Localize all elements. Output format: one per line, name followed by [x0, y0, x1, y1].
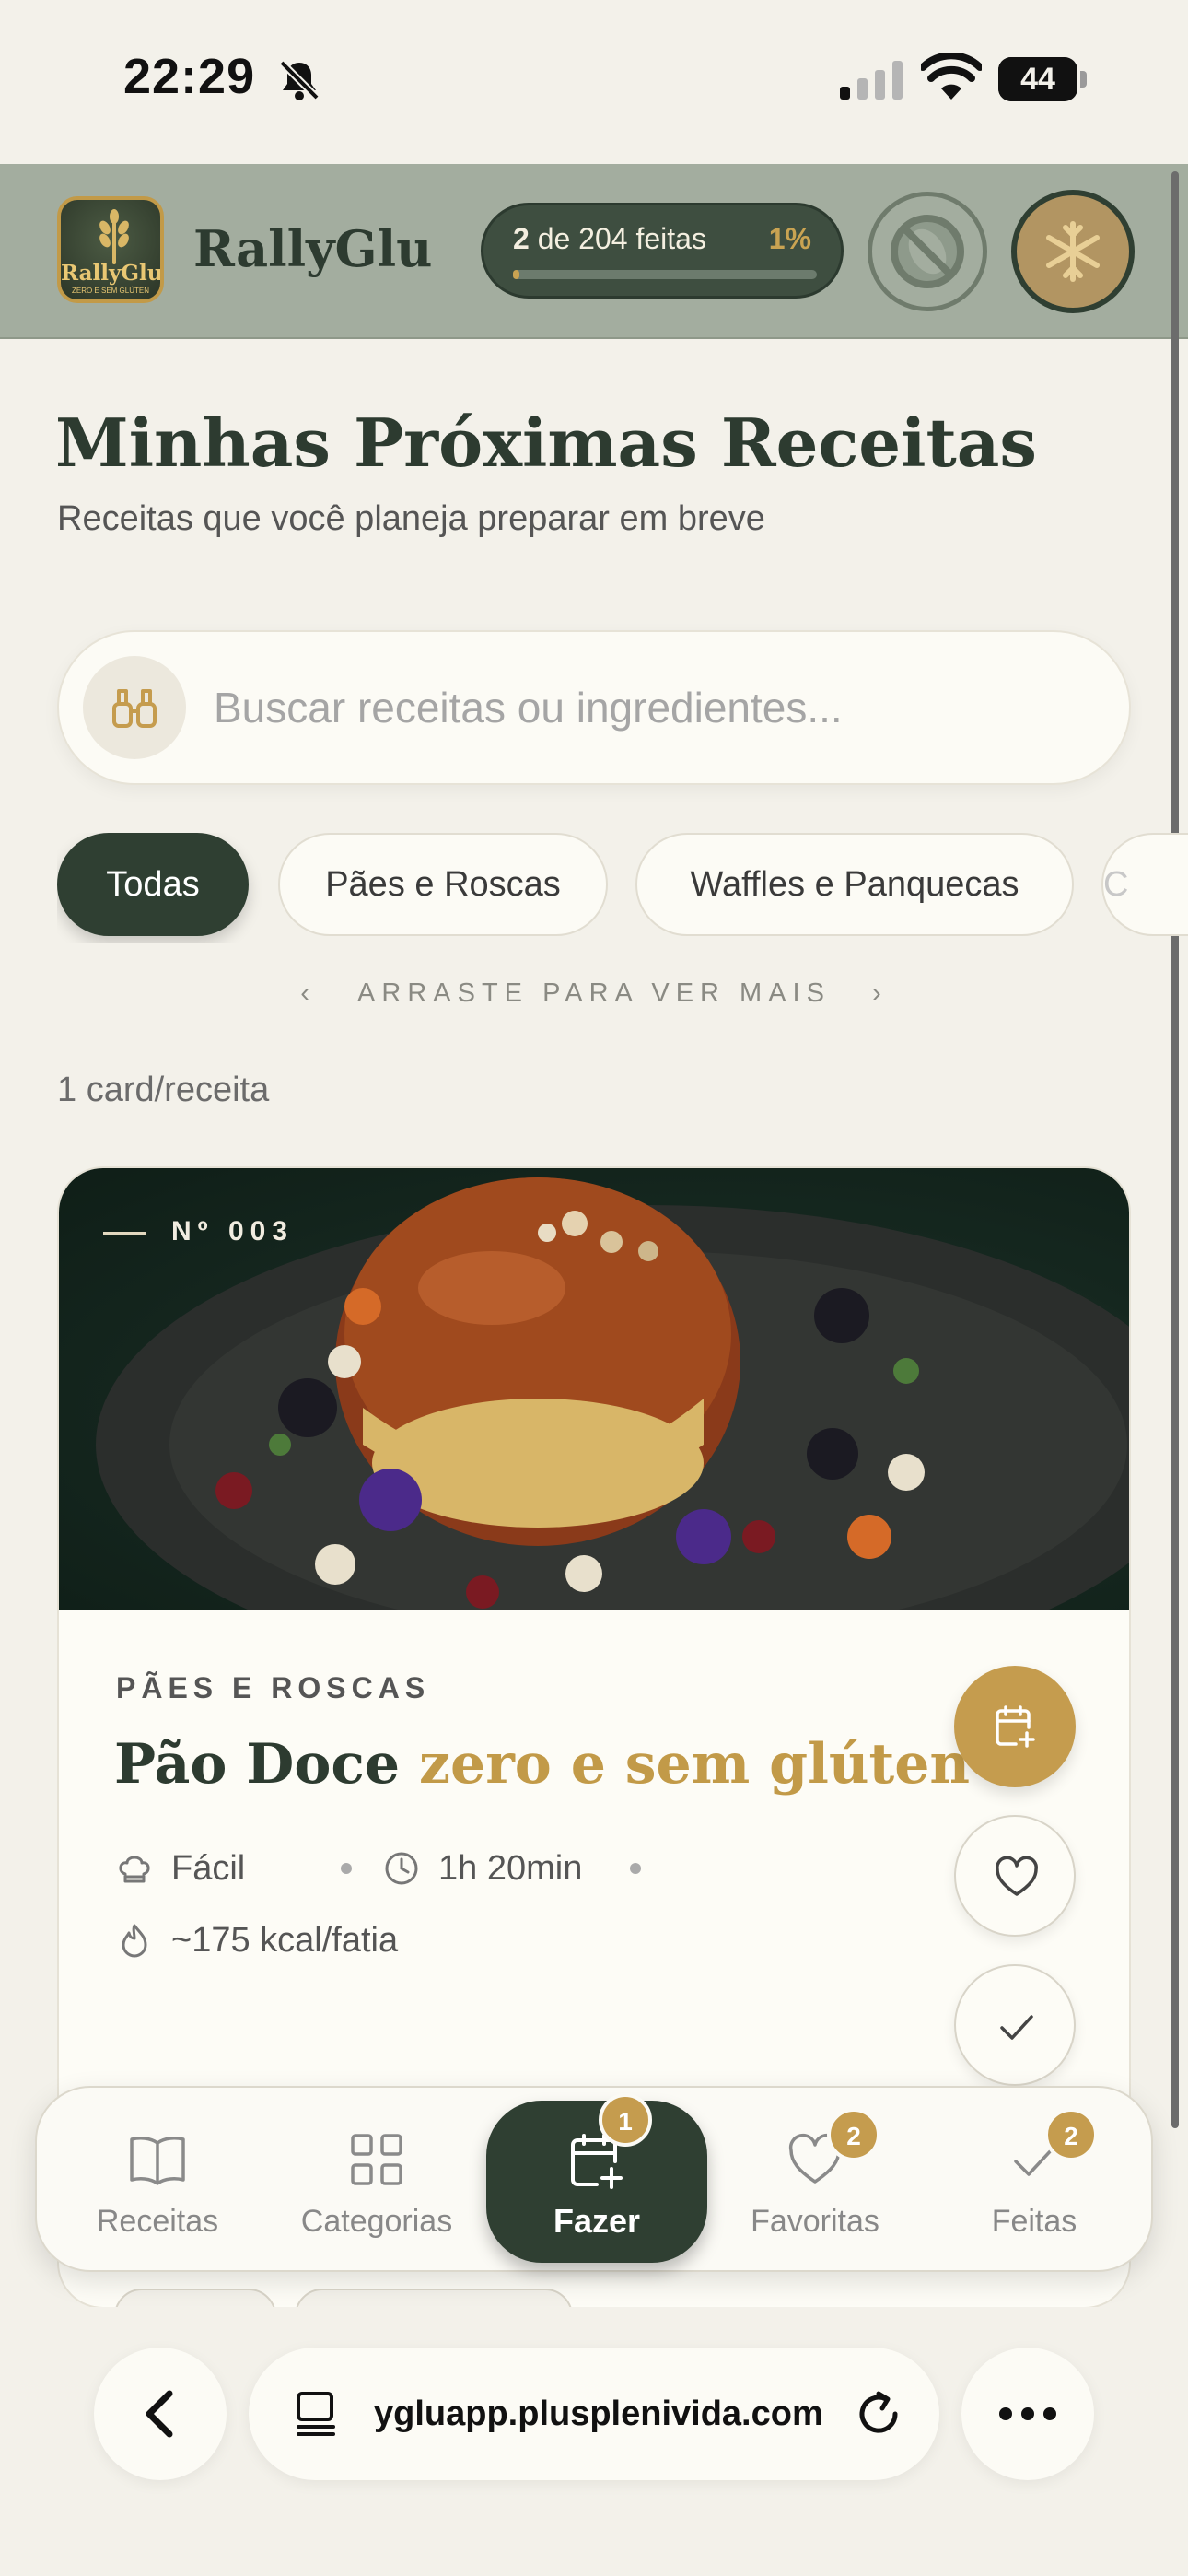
- recipe-difficulty: Fácil: [171, 1849, 246, 1888]
- recipe-image[interactable]: Nº 003: [59, 1168, 1129, 1610]
- feitas-badge: 2: [1044, 2108, 1098, 2161]
- recipe-tag: [295, 2289, 573, 2307]
- signal-icon: [840, 61, 903, 100]
- calendar-plus-icon: [996, 1705, 1035, 1748]
- binoculars-icon: [112, 689, 157, 728]
- battery-percent: 44: [1020, 62, 1055, 97]
- more-dots-icon: [999, 2407, 1056, 2420]
- browser-more-button[interactable]: [961, 2348, 1094, 2480]
- nav-label: Feitas: [991, 2204, 1077, 2239]
- chevron-left-icon: [146, 2390, 173, 2438]
- reload-icon: [859, 2391, 898, 2433]
- freeze-button[interactable]: [1011, 190, 1135, 313]
- battery-icon: 44: [998, 57, 1087, 101]
- nav-receitas[interactable]: Receitas: [52, 2088, 263, 2270]
- progress-label: 2 de 204 feitas: [513, 222, 706, 256]
- favorite-button[interactable]: [954, 1815, 1076, 1937]
- heart-icon: [996, 1856, 1038, 1896]
- logo-subtext: ZERO E SEM GLÚTEN: [71, 287, 149, 295]
- status-time: 22:29: [123, 49, 256, 104]
- nav-favoritas[interactable]: Favoritas 2: [709, 2088, 921, 2270]
- check-icon: [1000, 2015, 1033, 2040]
- recipe-category: PÃES E ROSCAS: [116, 1671, 431, 1704]
- mark-done-button[interactable]: [954, 1964, 1076, 2086]
- app-header: RallyGlu ZERO E SEM GLÚTEN RallyGlu 2 de…: [0, 164, 1188, 339]
- chip-todas[interactable]: Todas: [57, 833, 249, 936]
- book-icon: [130, 2137, 185, 2185]
- url-bar[interactable]: ygluapp.plusplenivida.com: [249, 2348, 939, 2480]
- swipe-hint: ‹ ARRASTE PARA VER MAIS ›: [0, 978, 1188, 1009]
- chip-waffles-e-panquecas[interactable]: Waffles e Panquecas: [635, 833, 1074, 936]
- nav-label: Fazer: [553, 2202, 641, 2240]
- recipe-calories: ~175 kcal/fatia: [171, 1921, 399, 1960]
- nav-feitas[interactable]: Feitas 2: [928, 2088, 1140, 2270]
- progress-fill: [513, 270, 519, 279]
- app-logo[interactable]: RallyGlu ZERO E SEM GLÚTEN: [57, 196, 164, 303]
- search-bar[interactable]: [57, 630, 1131, 785]
- tab-overview-icon: [297, 2392, 335, 2436]
- add-to-plan-button[interactable]: [954, 1666, 1076, 1787]
- recipe-title-accent: zero e sem glúten: [418, 1732, 970, 1797]
- chip-more[interactable]: C: [1101, 833, 1188, 936]
- gluten-filter-button[interactable]: [868, 192, 987, 311]
- meta-separator: [630, 1863, 641, 1874]
- snowflake-icon: [1046, 221, 1100, 282]
- search-input[interactable]: [214, 632, 1098, 783]
- browser-toolbar: ygluapp.plusplenivida.com: [0, 2307, 1188, 2576]
- nav-fazer[interactable]: Fazer 1: [486, 2093, 707, 2263]
- progress-pill[interactable]: 2 de 204 feitas 1%: [481, 203, 844, 299]
- page-title: Minhas Próximas Receitas: [55, 404, 1037, 482]
- recipe-time: 1h 20min: [438, 1849, 583, 1888]
- bottom-nav: Receitas Categorias Fazer 1 Favoritas 2 …: [35, 2086, 1153, 2272]
- chip-paes-e-roscas[interactable]: Pães e Roscas: [278, 833, 608, 936]
- logo-text: RallyGlu: [61, 261, 163, 286]
- url-text: ygluapp.plusplenivida.com: [374, 2395, 823, 2433]
- progress-percent: 1%: [768, 222, 811, 255]
- fazer-badge: 1: [599, 2093, 652, 2147]
- page-subtitle: Receitas que você planeja preparar em br…: [57, 499, 765, 538]
- brand-name: RallyGlu: [193, 219, 433, 278]
- recipe-number-text: Nº 003: [171, 1216, 295, 1247]
- chevron-right-icon: ›: [872, 978, 888, 1008]
- swipe-hint-text: ARRASTE PARA VER MAIS: [357, 978, 831, 1008]
- wifi-icon: [921, 53, 982, 100]
- clock-icon: [385, 1852, 418, 1885]
- no-gluten-icon: [891, 215, 964, 288]
- grid-icon: [351, 2134, 402, 2185]
- progress-done: 2: [513, 222, 530, 255]
- recipe-title-main: Pão Doce: [114, 1732, 401, 1797]
- category-chips: Todas Pães e Roscas Waffles e Panquecas …: [57, 833, 1188, 943]
- browser-back-button[interactable]: [94, 2348, 227, 2480]
- recipe-title[interactable]: Pão Doce zero e sem glúten: [114, 1732, 970, 1797]
- scrollbar[interactable]: [1171, 171, 1179, 2128]
- nav-categorias[interactable]: Categorias: [271, 2088, 483, 2270]
- chevron-left-icon: ‹: [300, 978, 316, 1008]
- search-icon-button[interactable]: [83, 656, 186, 759]
- recipe-number: Nº 003: [103, 1216, 294, 1247]
- bell-slash-icon: [279, 60, 320, 100]
- recipe-tag: [114, 2289, 276, 2307]
- nav-label: Categorias: [300, 2204, 453, 2239]
- chef-hat-icon: [119, 1856, 150, 1883]
- flame-icon: [122, 1924, 147, 1958]
- progress-text: de 204 feitas: [537, 222, 706, 255]
- status-bar: 22:29 44: [0, 0, 1188, 164]
- progress-track: [513, 270, 817, 279]
- wheat-icon: [99, 209, 129, 264]
- per-card-label: 1 card/receita: [57, 1071, 270, 1109]
- meta-separator: [341, 1863, 352, 1874]
- favoritas-badge: 2: [827, 2108, 880, 2161]
- nav-label: Receitas: [96, 2204, 219, 2239]
- nav-label: Favoritas: [751, 2204, 879, 2239]
- chip-more-label: C: [1103, 865, 1129, 904]
